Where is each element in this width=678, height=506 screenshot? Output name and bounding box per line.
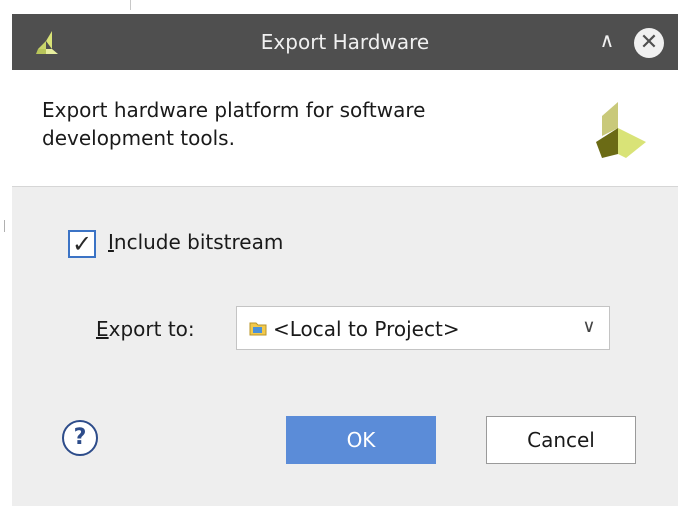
dialog-header: Export hardware platform for software de… [12,70,678,187]
export-hardware-dialog: Export Hardware ∧ ✕ Export hardware plat… [12,14,678,506]
export-to-dropdown[interactable]: <Local to Project> ∨ [236,306,610,350]
export-to-label: Export to: [96,317,195,341]
background-window-edge [0,14,12,506]
background-divider [4,220,5,232]
help-button[interactable]: ? [62,420,98,456]
xilinx-logo-icon [596,102,646,158]
collapse-chevron-icon[interactable]: ∧ [595,28,619,52]
chevron-down-icon[interactable]: ∨ [579,317,599,337]
cancel-button[interactable]: Cancel [486,416,636,464]
background-divider [130,0,131,10]
title-bar[interactable]: Export Hardware ∧ ✕ [12,14,678,70]
dialog-description: Export hardware platform for software de… [42,98,426,150]
export-to-selected-value: <Local to Project> [273,317,460,341]
ok-button[interactable]: OK [286,416,436,464]
background-window [0,0,678,14]
folder-icon [249,322,267,336]
dialog-title: Export Hardware [260,30,430,54]
include-bitstream-checkbox[interactable]: ✓ [68,230,96,258]
include-bitstream-label[interactable]: Include bitstream [108,230,283,254]
close-icon[interactable]: ✕ [634,28,664,58]
